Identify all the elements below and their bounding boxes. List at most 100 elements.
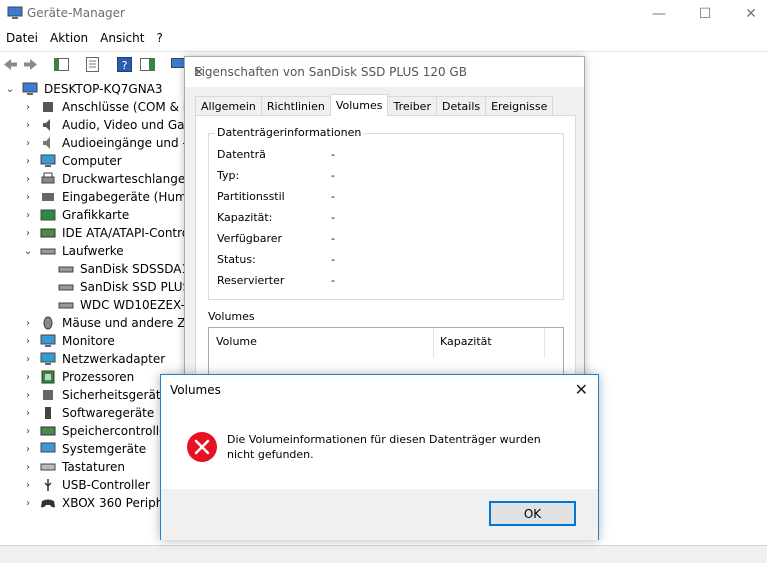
display-adapter-icon [40, 209, 56, 221]
ok-button[interactable]: OK [489, 501, 576, 526]
tree-item-network[interactable]: › Netzwerkadapter [22, 350, 165, 368]
expand-chevron-icon[interactable]: › [22, 227, 34, 239]
tab-treiber[interactable]: Treiber [387, 96, 437, 116]
forward-arrow-icon[interactable] [22, 56, 39, 73]
menu-ansicht[interactable]: Ansicht [94, 28, 150, 50]
field-label: Verfügbarer [217, 232, 283, 245]
disk-icon [58, 266, 74, 273]
expand-chevron-icon[interactable]: › [22, 443, 34, 455]
cpu-icon [41, 370, 55, 384]
tree-item-label: Computer [62, 154, 122, 168]
volumes-label: Volumes [208, 310, 255, 323]
expand-chevron-icon[interactable]: › [22, 191, 34, 203]
usb-icon [44, 479, 52, 491]
security-icon [43, 390, 53, 400]
tree-item-drives[interactable]: ⌄ Laufwerke [22, 242, 124, 260]
field-label: Reservierter [217, 274, 285, 287]
expand-chevron-icon[interactable]: › [22, 497, 34, 509]
expand-chevron-icon[interactable]: › [22, 137, 34, 149]
menu-help[interactable]: ? [150, 28, 168, 50]
speaker-icon [43, 137, 50, 149]
message-title: Volumes [170, 383, 221, 397]
tree-item-label: Netzwerkadapter [62, 352, 166, 366]
disk-icon [40, 248, 56, 255]
tree-item-usb[interactable]: › USB-Controller [22, 476, 150, 494]
tree-item-label: Laufwerke [62, 244, 124, 258]
printer-icon [41, 172, 55, 184]
properties-icon[interactable] [84, 56, 101, 73]
tree-item-system[interactable]: › Systemgeräte [22, 440, 146, 458]
expand-chevron-icon[interactable]: › [22, 173, 34, 185]
expand-chevron-icon[interactable]: › [22, 335, 34, 347]
tree-item-label: Speichercontroller [62, 424, 172, 438]
properties-dialog: Eigenschaften von SanDisk SSD PLUS 120 G… [184, 56, 585, 407]
expand-chevron-icon[interactable]: › [22, 317, 34, 329]
tree-item-ide[interactable]: › IDE ATA/ATAPI-Controller [22, 224, 208, 242]
help-icon[interactable]: ? [116, 56, 133, 73]
tree-item-software[interactable]: › Softwaregeräte [22, 404, 154, 422]
tree-item-label: Tastaturen [62, 460, 125, 474]
column-divider [544, 328, 545, 358]
collapse-chevron-icon[interactable]: ⌄ [22, 245, 34, 257]
back-arrow-icon[interactable] [2, 56, 19, 73]
field-value: - [331, 190, 335, 203]
tab-ereignisse[interactable]: Ereignisse [485, 96, 554, 116]
expand-chevron-icon[interactable]: › [22, 371, 34, 383]
device-manager-icon [7, 6, 23, 19]
expand-chevron-icon[interactable]: › [22, 353, 34, 365]
expand-chevron-icon[interactable]: › [22, 407, 34, 419]
tree-item-print-queues[interactable]: › Druckwarteschlangen [22, 170, 193, 188]
expand-chevron-icon[interactable]: › [22, 461, 34, 473]
tree-item-security[interactable]: › Sicherheitsgeräte [22, 386, 168, 404]
tree-item-graphics[interactable]: › Grafikkarte [22, 206, 129, 224]
tab-details[interactable]: Details [435, 96, 487, 116]
action-view-icon[interactable] [139, 56, 156, 73]
tree-item-label: Sicherheitsgeräte [62, 388, 168, 402]
title-bar: Geräte-Manager — ☐ ✕ [0, 0, 767, 27]
tree-item-computer[interactable]: › Computer [22, 152, 122, 170]
expand-chevron-icon[interactable]: › [22, 119, 34, 131]
menu-aktion[interactable]: Aktion [44, 28, 94, 50]
tree-item-keyboards[interactable]: › Tastaturen [22, 458, 125, 476]
menu-datei[interactable]: Datei [0, 28, 44, 50]
system-icon [40, 442, 56, 453]
close-button[interactable]: ✕ [728, 0, 767, 27]
tab-allgemein[interactable]: Allgemein [195, 96, 262, 116]
minimize-button[interactable]: — [636, 0, 682, 27]
disk-icon [58, 302, 74, 309]
expand-chevron-icon[interactable]: › [22, 101, 34, 113]
maximize-button[interactable]: ☐ [682, 0, 728, 27]
properties-tabs: Allgemein Richtlinien Volumes Treiber De… [195, 94, 554, 116]
field-value: - [331, 169, 335, 182]
tab-richtlinien[interactable]: Richtlinien [260, 96, 331, 116]
tree-item-label: Systemgeräte [62, 442, 147, 456]
tree-item-label: Monitore [62, 334, 115, 348]
expand-chevron-icon[interactable]: › [22, 155, 34, 167]
expand-chevron-icon[interactable]: › [22, 209, 34, 221]
tree-item-ports[interactable]: › Anschlüsse (COM & LPT) [22, 98, 209, 116]
tree-item-storage[interactable]: › Speichercontroller [22, 422, 171, 440]
tree-root[interactable]: ⌄ DESKTOP-KQ7GNA3 [4, 80, 163, 98]
tree-item-monitors[interactable]: › Monitore [22, 332, 115, 350]
monitor-icon [40, 334, 56, 347]
tab-volumes[interactable]: Volumes [329, 94, 389, 116]
disk-icon [58, 284, 74, 291]
expand-chevron-icon[interactable]: › [22, 479, 34, 491]
collapse-chevron-icon[interactable]: ⌄ [4, 83, 16, 95]
error-icon [187, 432, 217, 462]
field-label: Datenträ [217, 148, 266, 161]
field-value: - [331, 211, 335, 224]
message-text: Die Volumeinformationen für diesen Daten… [227, 433, 541, 461]
audio-icon [43, 119, 50, 131]
tree-item-processors[interactable]: › Prozessoren [22, 368, 134, 386]
properties-close-button[interactable]: ✕ [194, 65, 576, 79]
expand-chevron-icon[interactable]: › [22, 425, 34, 437]
volumes-column-capacity[interactable]: Kapazität [440, 335, 492, 348]
tree-root-label: DESKTOP-KQ7GNA3 [44, 82, 163, 96]
message-close-button[interactable]: ✕ [575, 380, 588, 399]
tree-item-label: Softwaregeräte [62, 406, 155, 420]
expand-chevron-icon[interactable]: › [22, 389, 34, 401]
volumes-column-volume[interactable]: Volume [216, 335, 257, 348]
port-icon [43, 102, 53, 112]
show-hide-tree-icon[interactable] [53, 56, 70, 73]
